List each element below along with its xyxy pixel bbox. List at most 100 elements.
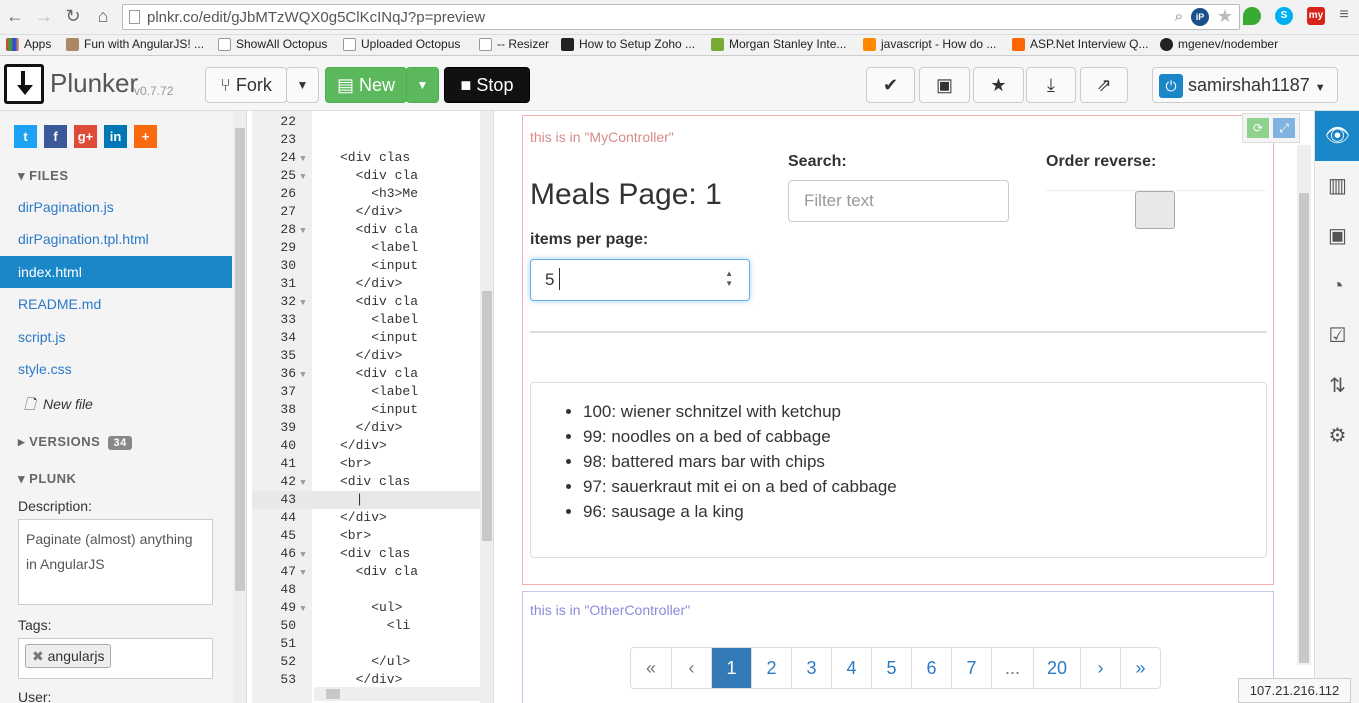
- page-link[interactable]: 4: [831, 648, 871, 688]
- address-bar[interactable]: plnkr.co/edit/gJbMTzWQX0g5ClKcINqJ?p=pre…: [122, 4, 1240, 30]
- file-item-active[interactable]: index.html: [0, 256, 232, 288]
- code-line[interactable]: 50 <li: [252, 617, 482, 635]
- file-item[interactable]: dirPagination.tpl.html: [0, 223, 232, 255]
- code-line[interactable]: 46 ▼ <div clas: [252, 545, 482, 563]
- fold-icon[interactable]: ▼: [296, 150, 310, 168]
- bookmark-star-icon[interactable]: ★: [1217, 6, 1233, 27]
- fold-icon[interactable]: ▼: [296, 294, 310, 312]
- plunk-heading[interactable]: ▾ PLUNK: [18, 471, 76, 487]
- my-extension-icon[interactable]: my: [1307, 7, 1325, 25]
- open-external-button[interactable]: ⇗: [1080, 67, 1128, 103]
- share-plus-icon[interactable]: +: [134, 125, 157, 148]
- code-line[interactable]: 39 </div>: [252, 419, 482, 437]
- code-line[interactable]: 30 <input: [252, 257, 482, 275]
- refresh-icon[interactable]: ⟳: [1247, 118, 1269, 138]
- bookmark-resizer[interactable]: -- Resizer: [479, 37, 549, 51]
- remove-tag-icon[interactable]: ✖: [32, 648, 44, 664]
- page-link[interactable]: 2: [751, 648, 791, 688]
- versions-heading[interactable]: ▸ VERSIONS 34: [18, 434, 132, 450]
- fold-icon[interactable]: ▼: [296, 564, 310, 582]
- page-link[interactable]: 5: [871, 648, 911, 688]
- page-link[interactable]: ‹: [671, 648, 711, 688]
- preview-eye-icon[interactable]: 👁: [1315, 111, 1359, 161]
- code-line[interactable]: 36 ▼ <div cla: [252, 365, 482, 383]
- scroll-thumb[interactable]: [326, 689, 340, 699]
- fork-button[interactable]: ⑂ Fork: [205, 67, 287, 103]
- code-line[interactable]: 33 <label: [252, 311, 482, 329]
- page-link[interactable]: 20: [1033, 648, 1080, 688]
- linkedin-icon[interactable]: in: [104, 125, 127, 148]
- code-line[interactable]: 32 ▼ <div cla: [252, 293, 482, 311]
- code-line[interactable]: 40 </div>: [252, 437, 482, 455]
- fold-icon[interactable]: ▼: [296, 546, 310, 564]
- reload-icon[interactable]: ↻: [62, 6, 84, 27]
- evernote-icon[interactable]: [1243, 7, 1261, 25]
- tag-chip[interactable]: ✖ angularjs: [25, 644, 112, 668]
- code-editor[interactable]: 22 23 24 ▼ <div clas 25 ▼ <div cla 26 <h3>Me 27 …: [252, 111, 494, 703]
- code-line[interactable]: 26 <h3>Me: [252, 185, 482, 203]
- bookmark-javascript[interactable]: javascript - How do ...: [863, 37, 996, 51]
- code-line[interactable]: 28 ▼ <div cla: [252, 221, 482, 239]
- checkbox-icon[interactable]: ☑: [1315, 311, 1359, 361]
- number-spinner-icon[interactable]: ▲ ▼: [725, 269, 733, 289]
- fold-icon[interactable]: ▼: [296, 600, 310, 618]
- home-icon[interactable]: ⌂: [92, 6, 114, 27]
- code-line[interactable]: 31 </div>: [252, 275, 482, 293]
- file-item[interactable]: dirPagination.js: [0, 191, 232, 223]
- code-line[interactable]: 22: [252, 113, 482, 131]
- editor-vertical-scrollbar[interactable]: [480, 111, 493, 703]
- code-line[interactable]: 44 </div>: [252, 509, 482, 527]
- page-link[interactable]: 6: [911, 648, 951, 688]
- scroll-thumb[interactable]: [1299, 193, 1309, 663]
- user-menu-button[interactable]: ⏻ samirshah1187 ▼: [1152, 67, 1338, 103]
- settings-gear-icon[interactable]: ⚙: [1315, 411, 1359, 461]
- bookmark-apps[interactable]: Apps: [6, 37, 51, 51]
- page-link[interactable]: ...: [991, 648, 1033, 688]
- stop-button[interactable]: ■ Stop: [444, 67, 530, 103]
- star-button[interactable]: ★: [973, 67, 1024, 103]
- page-link[interactable]: «: [631, 648, 671, 688]
- fold-icon[interactable]: ▼: [296, 474, 310, 492]
- items-per-page-input[interactable]: 5 ▲ ▼: [530, 259, 750, 301]
- bookmark-angular[interactable]: Fun with AngularJS! ...: [66, 37, 204, 51]
- download-button[interactable]: ⤓: [1026, 67, 1076, 103]
- scroll-thumb[interactable]: [482, 291, 492, 541]
- forward-icon[interactable]: →: [33, 6, 55, 27]
- order-reverse-toggle[interactable]: [1046, 190, 1266, 230]
- file-item[interactable]: README.md: [0, 288, 232, 320]
- twitter-icon[interactable]: t: [14, 125, 37, 148]
- toolbox-button[interactable]: ▣: [919, 67, 970, 103]
- page-link[interactable]: »: [1120, 648, 1160, 688]
- bookmark-uploaded[interactable]: Uploaded Octopus: [343, 37, 460, 51]
- code-line[interactable]: 47 ▼ <div cla: [252, 563, 482, 581]
- code-line[interactable]: 49 ▼ <ul>: [252, 599, 482, 617]
- briefcase-icon[interactable]: ▣: [1315, 211, 1359, 261]
- skype-icon[interactable]: S: [1275, 7, 1293, 25]
- googleplus-icon[interactable]: g+: [74, 125, 97, 148]
- code-line[interactable]: 41 <br>: [252, 455, 482, 473]
- code-line[interactable]: 48: [252, 581, 482, 599]
- sidebar-scrollbar[interactable]: [233, 111, 246, 703]
- file-item[interactable]: style.css: [0, 353, 232, 385]
- code-line[interactable]: 35 </div>: [252, 347, 482, 365]
- code-line[interactable]: 43 |: [252, 491, 482, 509]
- bookmark-nodember[interactable]: mgenev/nodember: [1160, 37, 1278, 51]
- book-icon[interactable]: ▥: [1315, 161, 1359, 211]
- new-file-button[interactable]: 🗋 New file: [24, 394, 93, 418]
- ip-extension-icon[interactable]: iP: [1191, 8, 1209, 26]
- menu-icon[interactable]: ≡: [1333, 6, 1355, 24]
- code-line[interactable]: 52 </ul>: [252, 653, 482, 671]
- page-link[interactable]: 7: [951, 648, 991, 688]
- fullscreen-icon[interactable]: ⤢: [1273, 118, 1295, 138]
- facebook-icon[interactable]: f: [44, 125, 67, 148]
- code-line[interactable]: 37 <label: [252, 383, 482, 401]
- page-link[interactable]: ›: [1080, 648, 1120, 688]
- description-textarea[interactable]: Paginate (almost) anything in AngularJS: [18, 519, 213, 605]
- code-line[interactable]: 29 <label: [252, 239, 482, 257]
- dashboard-icon[interactable]: ◔: [1315, 261, 1359, 311]
- bookmark-morgan[interactable]: Morgan Stanley Inte...: [711, 37, 846, 51]
- code-line[interactable]: 42 ▼ <div clas: [252, 473, 482, 491]
- new-button[interactable]: ▤ New: [325, 67, 407, 103]
- code-line[interactable]: 38 <input: [252, 401, 482, 419]
- bookmark-aspnet[interactable]: ASP.Net Interview Q...: [1012, 37, 1149, 51]
